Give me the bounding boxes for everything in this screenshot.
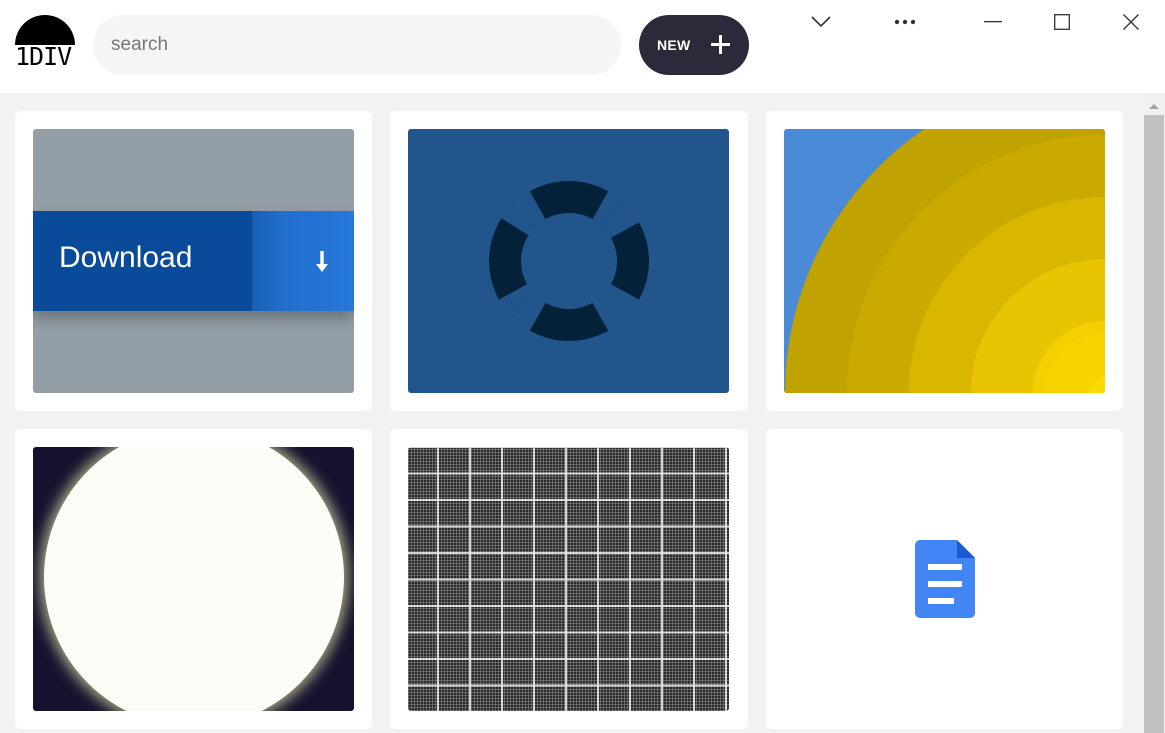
plus-icon: [711, 35, 730, 54]
google-docs-icon: [915, 540, 975, 618]
collapse-button[interactable]: [803, 4, 839, 40]
card-document[interactable]: [766, 429, 1123, 729]
new-button-label: NEW: [657, 37, 691, 53]
maximize-icon: [1054, 14, 1070, 30]
card-grid-pattern[interactable]: [390, 429, 748, 729]
sun-rings-art: [785, 129, 1105, 393]
download-button-preview: Download: [33, 129, 354, 393]
minimize-button[interactable]: [975, 4, 1011, 40]
card-lifebuoy[interactable]: [390, 111, 748, 411]
chevron-down-icon: [811, 16, 831, 28]
moon-circle: [44, 447, 344, 711]
document-preview: [784, 447, 1105, 711]
new-button[interactable]: NEW: [639, 15, 749, 75]
close-icon: [1123, 14, 1139, 30]
moon-preview: [33, 447, 354, 711]
download-label: Download: [59, 241, 193, 274]
minimize-icon: [984, 21, 1002, 23]
app-logo[interactable]: 1DIV: [15, 15, 75, 71]
more-options-button[interactable]: [887, 4, 923, 40]
scrollbar-thumb[interactable]: [1144, 115, 1164, 733]
logo-dome-icon: [15, 15, 75, 45]
more-icon: [894, 19, 916, 25]
logo-text: 1DIV: [15, 42, 72, 71]
scroll-up-arrow-icon[interactable]: [1143, 97, 1165, 113]
maximize-button[interactable]: [1044, 4, 1080, 40]
search-input[interactable]: [93, 15, 621, 75]
download-arrow-icon: [316, 251, 328, 272]
card-moon[interactable]: [15, 429, 372, 729]
lifebuoy-icon: [489, 181, 649, 341]
card-sun-rings[interactable]: [766, 111, 1123, 411]
sun-rings-preview: [784, 129, 1105, 393]
header-bar: 1DIV NEW: [0, 0, 1165, 93]
card-download-button[interactable]: Download: [15, 111, 372, 411]
grid-pattern-preview: [408, 447, 729, 711]
lifebuoy-preview: [408, 129, 729, 393]
close-button[interactable]: [1113, 4, 1149, 40]
download-arrow-panel: [252, 211, 354, 311]
vertical-scrollbar[interactable]: [1143, 93, 1165, 733]
download-bar: Download: [33, 211, 354, 311]
